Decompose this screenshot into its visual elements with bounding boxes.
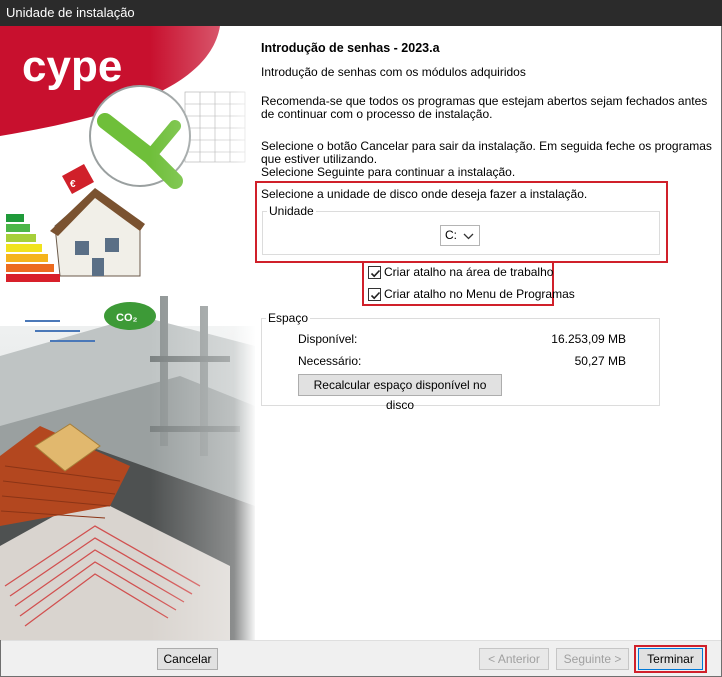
cancel-button[interactable]: Cancelar [157, 648, 218, 670]
previous-button[interactable]: < Anterior [479, 648, 549, 670]
finish-button[interactable]: Terminar [638, 648, 703, 670]
window-title-bar: Unidade de instalação [0, 0, 722, 26]
unit-group-label: Unidade [267, 204, 316, 218]
required-value: 50,27 MB [574, 354, 626, 368]
menu-shortcut-label: Criar atalho no Menu de Programas [384, 287, 575, 301]
page-subtitle: Introdução de senhas com os módulos adqu… [261, 65, 526, 79]
chevron-down-icon [463, 229, 474, 248]
desktop-shortcut-option[interactable]: Criar atalho na área de trabalho [368, 264, 553, 280]
menu-shortcut-checkbox[interactable] [368, 287, 381, 301]
cype-logo: cype [22, 42, 122, 91]
page-heading: Introdução de senhas - 2023.a [261, 41, 440, 55]
space-group-label: Espaço [266, 311, 311, 325]
available-label: Disponível: [298, 332, 358, 346]
required-label: Necessário: [298, 354, 362, 368]
svg-text:CO₂: CO₂ [116, 312, 138, 324]
drive-select-value: C: [445, 228, 457, 242]
select-disk-label: Selecione a unidade de disco onde deseja… [261, 187, 588, 201]
menu-shortcut-option[interactable]: Criar atalho no Menu de Programas [368, 286, 575, 302]
available-value: 16.253,09 MB [551, 332, 626, 346]
recalculate-space-button[interactable]: Recalcular espaço disponível no disco [298, 374, 502, 412]
svg-text:€: € [70, 179, 76, 190]
installer-side-illustration: cype € CO₂ [0, 26, 255, 640]
drive-select[interactable]: C: [440, 225, 480, 246]
content-panel: Introdução de senhas - 2023.a Introdução… [255, 26, 722, 640]
next-button[interactable]: Seguinte > [556, 648, 629, 670]
desktop-shortcut-label: Criar atalho na área de trabalho [384, 265, 554, 279]
window-title: Unidade de instalação [6, 5, 135, 20]
desktop-shortcut-checkbox[interactable] [368, 265, 381, 279]
instruction-line-3: Selecione Seguinte para continuar a inst… [261, 165, 516, 179]
recommendation-line-2: de continuar com o processo de instalaçã… [261, 107, 493, 121]
